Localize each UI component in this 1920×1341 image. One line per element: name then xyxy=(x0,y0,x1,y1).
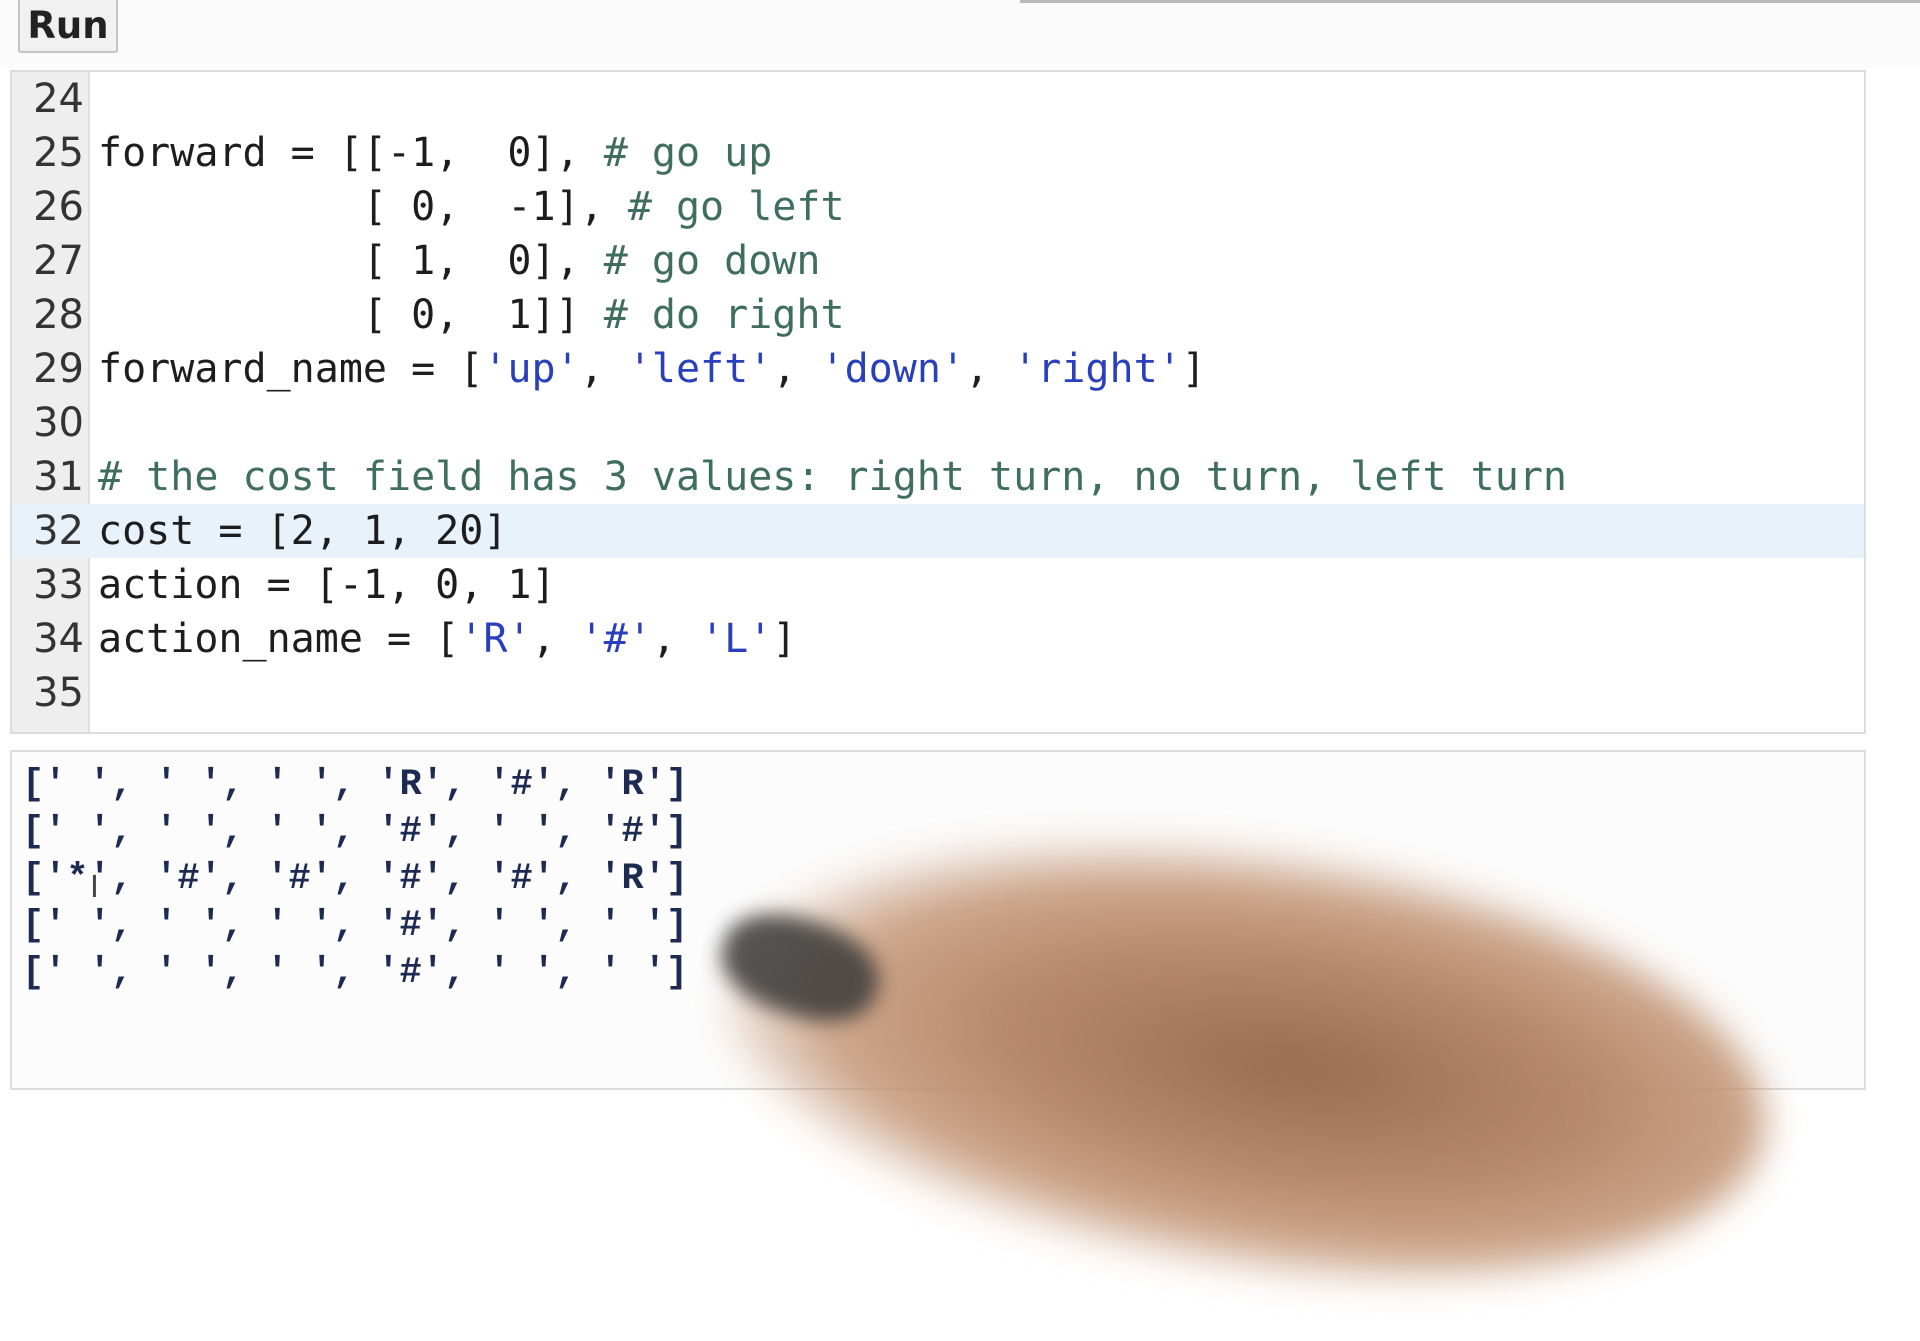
comment-token: # do right xyxy=(603,292,845,338)
output-line: [' ', ' ', ' ', 'R', '#', 'R'] xyxy=(22,764,689,806)
line-text[interactable]: action = [-1, 0, 1] xyxy=(98,558,556,612)
code-line[interactable]: 35 xyxy=(12,666,1864,720)
code-token: , xyxy=(651,616,701,662)
line-text[interactable]: # the cost field has 3 values: right tur… xyxy=(98,450,1567,504)
text-cursor-icon: I xyxy=(90,870,99,905)
line-text[interactable]: forward_name = ['up', 'left', 'down', 'r… xyxy=(98,342,1206,396)
line-text[interactable]: forward = [[-1, 0], # go up xyxy=(98,126,772,180)
code-line[interactable]: 30 xyxy=(12,396,1864,450)
run-button[interactable]: Run xyxy=(18,0,118,53)
line-number: 33 xyxy=(33,562,84,608)
line-number: 31 xyxy=(33,454,84,500)
code-line[interactable]: 33 action = [-1, 0, 1] xyxy=(12,558,1864,612)
line-text[interactable]: action_name = ['R', '#', 'L'] xyxy=(98,612,796,666)
code-token: action_name = [ xyxy=(98,616,460,662)
code-token: [ 1, 0], xyxy=(98,238,604,284)
code-line[interactable]: 31 # the cost field has 3 values: right t… xyxy=(12,450,1864,504)
toolbar: Run xyxy=(0,0,1920,68)
code-token: , xyxy=(964,346,1014,392)
string-token: 'up' xyxy=(483,346,580,392)
output-line: ['*', '#', '#', '#', '#', 'R'] xyxy=(22,858,689,900)
line-number: 30 xyxy=(33,400,84,446)
string-token: 'L' xyxy=(700,616,773,662)
line-number: 28 xyxy=(33,292,84,338)
code-token: action = [-1, 0, 1] xyxy=(98,562,556,608)
string-token: 'R' xyxy=(459,616,532,662)
code-line[interactable]: 25 forward = [[-1, 0], # go up xyxy=(12,126,1864,180)
code-token: [ 0, -1], xyxy=(98,184,628,230)
output-line: [' ', ' ', ' ', '#', ' ', '#'] xyxy=(22,811,689,853)
line-text[interactable]: [ 0, -1], # go left xyxy=(98,180,845,234)
code-line[interactable]: 27 [ 1, 0], # go down xyxy=(12,234,1864,288)
code-token: forward_name = [ xyxy=(98,346,484,392)
line-number: 35 xyxy=(33,670,84,716)
code-line[interactable]: 26 [ 0, -1], # go left xyxy=(12,180,1864,234)
line-number: 25 xyxy=(33,130,84,176)
string-token: 'down' xyxy=(820,346,965,392)
line-number: 29 xyxy=(33,346,84,392)
comment-token: # the cost field has 3 values: right tur… xyxy=(98,454,1568,500)
code-token: [ 0, 1]] xyxy=(98,292,604,338)
code-line[interactable]: 24 xyxy=(12,72,1864,126)
code-token: , xyxy=(531,616,580,662)
line-text[interactable]: [ 0, 1]] # do right xyxy=(98,288,845,342)
code-token: cost = [2, 1, 20] xyxy=(98,508,508,554)
string-token: 'right' xyxy=(1013,346,1182,392)
code-token: , xyxy=(579,346,628,392)
code-token: ] xyxy=(1181,346,1206,392)
comment-token: # go down xyxy=(603,238,821,284)
comment-token: # go left xyxy=(627,184,845,230)
code-line[interactable]: 32 cost = [2, 1, 20] xyxy=(12,504,1864,558)
line-number: 32 xyxy=(33,508,84,554)
line-number: 27 xyxy=(33,238,84,284)
code-token: ] xyxy=(772,616,797,662)
string-token: 'left' xyxy=(627,346,773,392)
code-editor[interactable]: 24 25 forward = [[-1, 0], # go up 26 [ 0, -… xyxy=(10,70,1866,734)
code-line[interactable]: 34 action_name = ['R', '#', 'L'] xyxy=(12,612,1864,666)
code-line[interactable]: 29 forward_name = ['up', 'left', 'down', … xyxy=(12,342,1864,396)
line-text[interactable]: cost = [2, 1, 20] xyxy=(98,504,507,558)
code-line[interactable]: 28 [ 0, 1]] # do right xyxy=(12,288,1864,342)
output-line: [' ', ' ', ' ', '#', ' ', ' '] xyxy=(22,952,689,994)
code-token: , xyxy=(772,346,821,392)
line-number: 26 xyxy=(33,184,84,230)
line-number: 34 xyxy=(33,616,84,662)
output-line: [' ', ' ', ' ', '#', ' ', ' '] xyxy=(22,905,689,947)
line-text[interactable]: [ 1, 0], # go down xyxy=(98,234,821,288)
line-number: 24 xyxy=(33,76,84,122)
string-token: '#' xyxy=(579,616,652,662)
code-token: forward = [[-1, 0], xyxy=(98,130,604,176)
comment-token: # go up xyxy=(603,130,773,176)
toolbar-border xyxy=(1020,0,1920,3)
